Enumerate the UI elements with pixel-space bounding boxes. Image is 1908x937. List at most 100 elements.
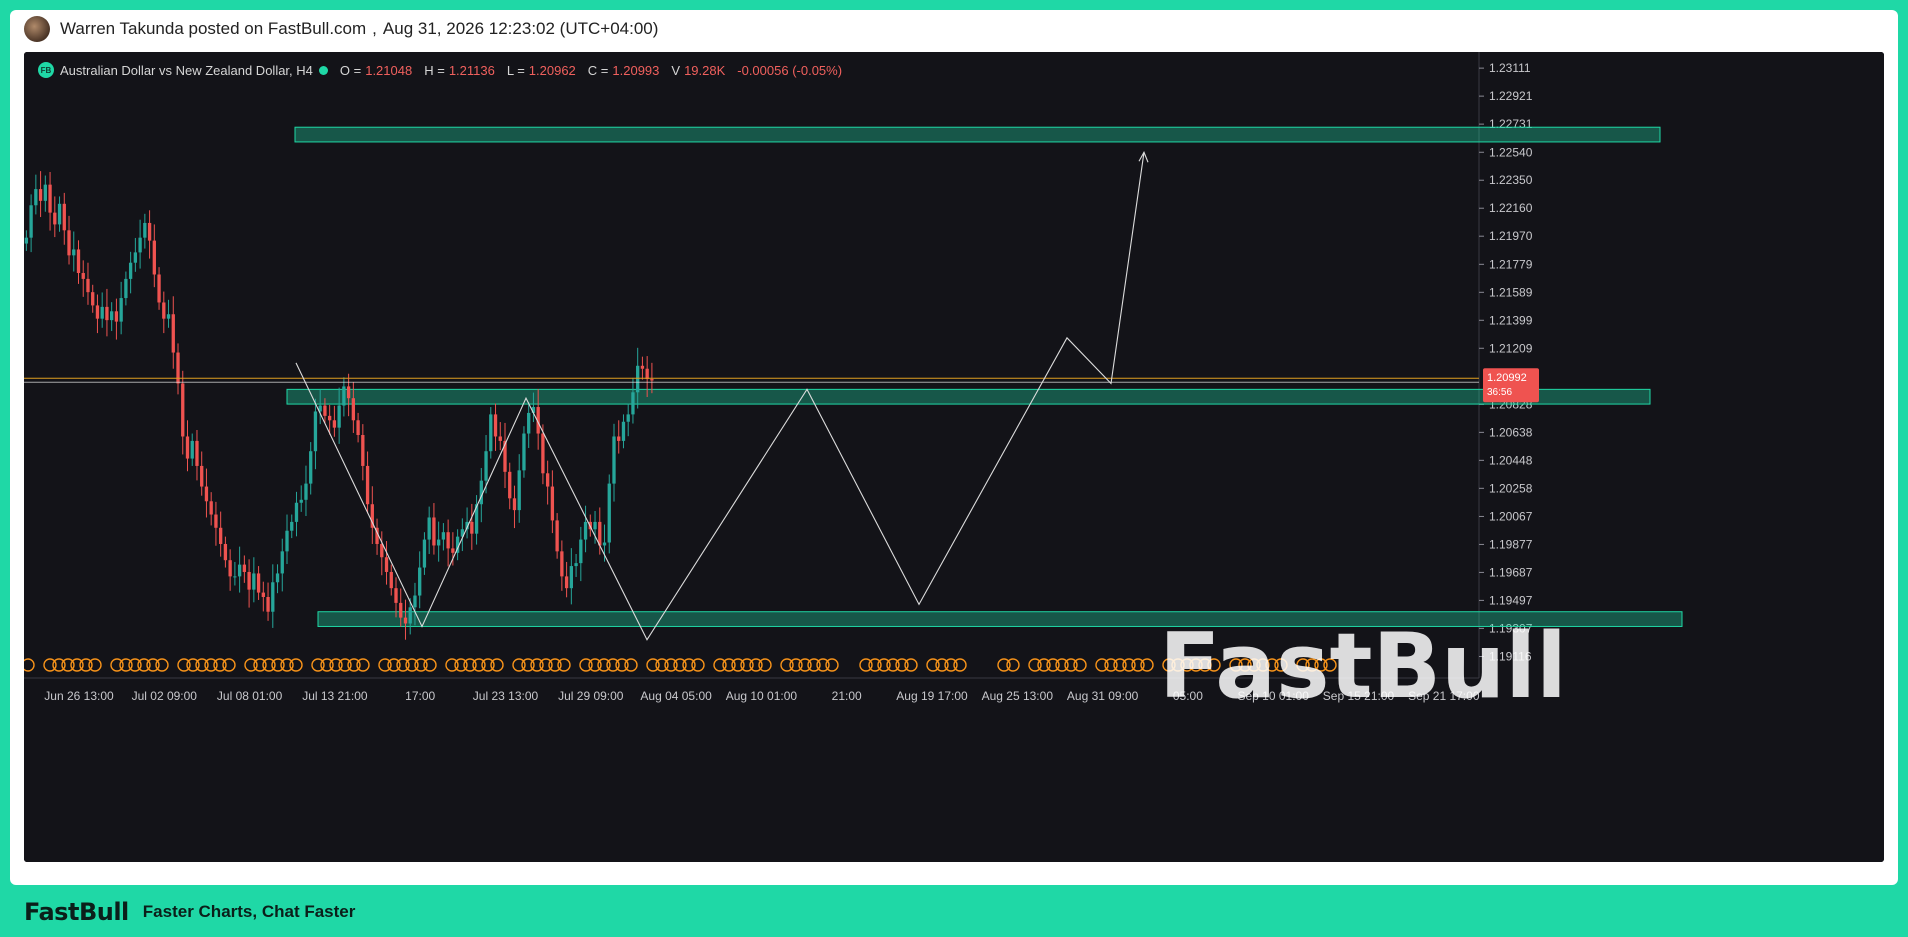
candle-body (403, 617, 408, 624)
candle-body (621, 421, 626, 441)
candle-body (517, 470, 521, 511)
candle (522, 426, 526, 478)
chart-canvas[interactable]: 1.231111.229211.227311.225401.223501.221… (24, 52, 1884, 862)
candle-body (327, 415, 332, 421)
y-tick-label: 1.19497 (1489, 593, 1533, 607)
candle-body (422, 539, 427, 568)
supply-demand-zone (286, 388, 1651, 405)
candle-body (152, 240, 156, 275)
x-tick-label: Jul 02 09:00 (132, 689, 198, 703)
candle-body (394, 588, 398, 603)
candle-body (484, 451, 488, 481)
symbol-name[interactable]: Australian Dollar vs New Zealand Dollar,… (60, 63, 313, 78)
candle-body (607, 483, 611, 543)
candle-body (493, 414, 498, 437)
candle-body (545, 473, 550, 487)
candle-body (162, 302, 166, 319)
candle (607, 474, 611, 554)
candle-body (290, 521, 294, 531)
x-tick-label: Aug 25 13:00 (982, 689, 1054, 703)
chart-background (24, 52, 1884, 862)
candle-body (190, 440, 194, 459)
candle-body (408, 607, 412, 624)
live-status-icon (318, 65, 328, 75)
candle-body (43, 184, 47, 201)
candle-body (195, 440, 199, 466)
candle-body (81, 273, 85, 279)
y-tick-label: 1.19877 (1489, 537, 1533, 551)
candle-body (100, 306, 104, 319)
candle-body (384, 557, 389, 572)
candle-body (95, 305, 100, 319)
candle-body (147, 222, 152, 241)
candle-body (522, 433, 526, 471)
footer-logo[interactable]: FastBull (24, 898, 129, 926)
y-tick-label: 1.21399 (1489, 313, 1533, 327)
high-value: 1.21136 (448, 62, 495, 78)
post-datetime: Aug 31, 2026 12:23:02 (UTC+04:00) (382, 19, 659, 38)
open-label: O = (339, 62, 362, 78)
candle-body (427, 517, 431, 540)
candle-body (351, 398, 356, 421)
fastbull-badge-icon: FB (38, 62, 54, 78)
candle-body (237, 564, 242, 577)
candle (489, 407, 493, 459)
candle-body (451, 548, 455, 553)
bar-countdown-label: 36:56 (1487, 387, 1512, 398)
candle-body (650, 379, 654, 381)
candle-body (337, 405, 341, 428)
candle-body (143, 222, 147, 238)
candle-body (569, 566, 574, 589)
candle-body (432, 517, 436, 546)
x-tick-label: Aug 04 05:00 (640, 689, 712, 703)
candle-body (252, 573, 256, 590)
candle-body (38, 189, 43, 201)
candle-body (574, 563, 578, 567)
candle-body (489, 414, 493, 452)
candle-body (24, 237, 29, 244)
candle-body (67, 230, 71, 256)
candle-body (204, 486, 209, 502)
candle-body (166, 314, 171, 319)
y-tick-label: 1.20638 (1489, 425, 1533, 439)
candle-body (275, 573, 280, 583)
candle-body (579, 539, 583, 564)
candle-body (219, 527, 223, 544)
candle-body (593, 521, 597, 530)
candle-body (86, 278, 90, 293)
candle-body (342, 386, 346, 406)
candle-body (365, 465, 370, 505)
y-tick-label: 1.22540 (1489, 145, 1533, 159)
candle-body (157, 274, 161, 303)
avatar[interactable] (24, 16, 50, 42)
x-tick-label: Aug 10 01:00 (726, 689, 798, 703)
candle-body (313, 411, 318, 452)
y-tick-label: 1.20067 (1489, 509, 1533, 523)
candle-body (640, 365, 645, 369)
y-tick-label: 1.23111 (1489, 61, 1531, 75)
candle-body (508, 471, 512, 499)
supply-demand-zone (294, 126, 1661, 143)
post-header: Warren Takunda posted on FastBull.com , … (24, 14, 658, 44)
candle-body (280, 551, 284, 574)
candle-body (57, 203, 62, 225)
candle-body (617, 436, 621, 441)
footer-tagline: Faster Charts, Chat Faster (142, 902, 356, 921)
candle-body (294, 502, 299, 522)
candle-body (138, 237, 142, 253)
candle-body (214, 514, 218, 528)
candle-body (304, 483, 308, 500)
candle-body (266, 597, 270, 612)
candle-body (560, 551, 564, 577)
candle-body (181, 383, 185, 437)
candle-body (583, 521, 588, 540)
low-label: L = (506, 62, 525, 78)
candle-body (128, 262, 133, 279)
candle-body (332, 420, 337, 428)
author-line[interactable]: Warren Takunda posted on FastBull.com (60, 19, 366, 39)
price-chart[interactable]: 1.23111 1.22921 1.22731 1.22540 1.22350 1.221… (24, 52, 1884, 862)
candle-body (261, 592, 265, 598)
candle-body (602, 542, 607, 546)
y-tick-label: 1.22160 (1489, 201, 1533, 215)
candle-body (356, 420, 360, 436)
